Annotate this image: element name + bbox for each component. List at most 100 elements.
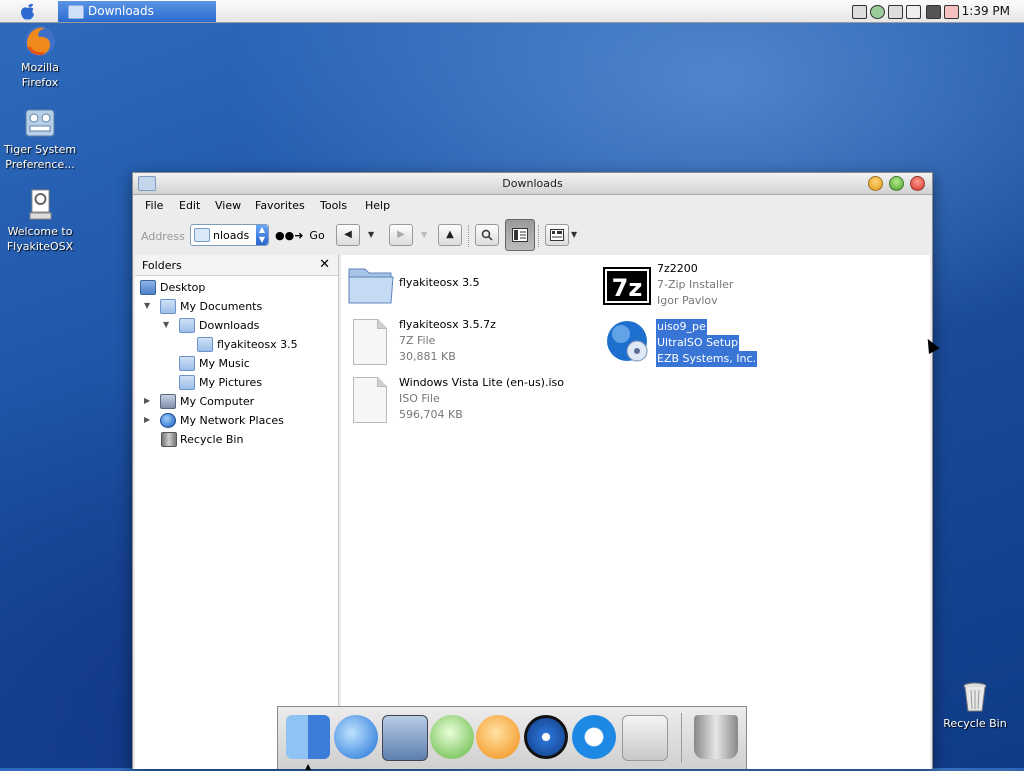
preview-icon[interactable]: [382, 715, 428, 761]
address-dropdown-arrow[interactable]: ▲ ▼: [256, 225, 268, 245]
desktop-icon-recycle-bin[interactable]: Recycle Bin: [935, 680, 1015, 731]
file-item[interactable]: flyakiteosx 3.5.7z 7Z File 30,881 KB: [347, 315, 577, 367]
tree-node-label: flyakiteosx 3.5: [217, 338, 298, 351]
folders-pane-header: Folders ✕: [135, 255, 338, 276]
tree-node-label: Recycle Bin: [180, 433, 244, 446]
itunes-icon[interactable]: [430, 715, 474, 759]
file-item[interactable]: flyakiteosx 3.5: [347, 261, 577, 309]
views-button[interactable]: [545, 224, 569, 246]
desktop-icon: [140, 280, 156, 295]
file-item-selected[interactable]: uiso9_pe UltraISO Setup EZB Systems, Inc…: [603, 317, 803, 369]
maximize-button[interactable]: [889, 176, 904, 191]
desktop-icon-firefox[interactable]: Mozilla Firefox: [0, 24, 80, 90]
trash-icon[interactable]: [694, 715, 738, 759]
back-button[interactable]: ◀: [336, 224, 360, 246]
close-button[interactable]: [910, 176, 925, 191]
menu-file[interactable]: File: [145, 199, 163, 212]
menu-favorites[interactable]: Favorites: [255, 199, 305, 212]
go-arrow-icon: ●●➜: [275, 229, 304, 242]
tree-node-label: My Pictures: [199, 376, 263, 389]
desktop-icon-label: Welcome to FlyakiteOSX: [6, 225, 74, 253]
forward-history-dropdown[interactable]: ▼: [421, 230, 427, 239]
minimize-button[interactable]: [868, 176, 883, 191]
taskbar-active-window[interactable]: Downloads: [58, 1, 216, 22]
desktop-icon-welcome[interactable]: Welcome to FlyakiteOSX: [0, 188, 80, 254]
recycle-bin-icon: [161, 432, 177, 447]
file-name: 7z2200: [657, 262, 698, 275]
taskbar-window-label: Downloads: [88, 4, 154, 18]
printer-icon[interactable]: [906, 5, 921, 19]
file-description: 7-Zip Installer: [657, 278, 734, 291]
dvd-player-icon[interactable]: [524, 715, 568, 759]
tree-node-label: Desktop: [160, 281, 206, 294]
tree-node-label: My Network Places: [180, 414, 284, 427]
top-menu-bar: Downloads 1:39 PM: [0, 0, 1024, 23]
battery-icon[interactable]: [852, 5, 867, 19]
system-tray: 1:39 PM: [844, 0, 1024, 22]
7zip-icon: 7z: [603, 267, 651, 305]
menu-help[interactable]: Help: [365, 199, 390, 212]
speaker-icon[interactable]: [926, 5, 941, 19]
network-globe-icon: [160, 413, 176, 428]
desktop-icon-system-preferences[interactable]: Tiger System Preference...: [0, 106, 80, 172]
collapsed-arrow-icon[interactable]: ▶: [144, 396, 150, 405]
search-button[interactable]: [475, 224, 499, 246]
apple-logo-icon[interactable]: [10, 0, 46, 22]
network-icon[interactable]: [888, 5, 903, 19]
computer-icon: [160, 394, 176, 409]
system-apple-icon[interactable]: [622, 715, 668, 761]
file-type: 7Z File: [399, 334, 436, 347]
file-type: ISO File: [399, 392, 440, 405]
clock[interactable]: 1:39 PM: [962, 4, 1010, 18]
back-history-dropdown[interactable]: ▼: [368, 230, 374, 239]
file-list-pane: flyakiteosx 3.5 7z 7z2200 7-Zip Installe…: [341, 255, 930, 769]
collapsed-arrow-icon[interactable]: ▶: [144, 415, 150, 424]
welcome-icon: [23, 188, 57, 222]
recycle-bin-icon: [958, 680, 992, 714]
desktop-icon-label: Mozilla Firefox: [21, 61, 59, 89]
menu-edit[interactable]: Edit: [179, 199, 200, 212]
tree-node-label: My Music: [199, 357, 250, 370]
file-company: Igor Pavlov: [657, 294, 718, 307]
shield-icon[interactable]: [944, 5, 959, 19]
internet-explorer-icon[interactable]: [334, 715, 378, 759]
file-item[interactable]: Windows Vista Lite (en-us).iso ISO File …: [347, 373, 587, 425]
firefox-icon: [23, 24, 57, 58]
folder-icon: [68, 5, 84, 19]
document-icon: [353, 319, 387, 365]
folders-toggle-button[interactable]: [505, 219, 535, 251]
address-field[interactable]: nloads ▲ ▼: [190, 224, 269, 246]
go-button[interactable]: ●●➜ Go: [275, 229, 325, 242]
go-label: Go: [309, 229, 325, 242]
file-item[interactable]: 7z 7z2200 7-Zip Installer Igor Pavlov: [603, 259, 803, 311]
finder-icon[interactable]: [286, 715, 330, 759]
folder-icon: [160, 299, 176, 314]
file-description: UltraISO Setup: [656, 335, 740, 351]
menu-tools[interactable]: Tools: [320, 199, 347, 212]
toolbar-separator: [468, 225, 470, 247]
menu-view[interactable]: View: [215, 199, 241, 212]
menu-bar: File Edit View Favorites Tools Help: [133, 195, 932, 215]
up-folder-button[interactable]: ▲: [438, 224, 462, 246]
folders-pane-icon: [512, 228, 528, 242]
window-title: Downloads: [502, 177, 563, 190]
file-name: Windows Vista Lite (en-us).iso: [399, 376, 564, 389]
tree-node-label: My Documents: [180, 300, 263, 313]
quicktime-icon[interactable]: [572, 715, 616, 759]
folder-icon: [197, 337, 213, 352]
address-label: Address: [141, 230, 185, 243]
views-dropdown[interactable]: ▼: [571, 230, 577, 239]
file-company: EZB Systems, Inc.: [656, 351, 758, 367]
svg-text:7z: 7z: [612, 274, 643, 302]
close-icon[interactable]: ✕: [319, 257, 330, 272]
forward-button[interactable]: ▶: [389, 224, 413, 246]
user-icon[interactable]: [870, 5, 885, 19]
running-indicator: ▲: [305, 762, 312, 771]
expanded-arrow-icon[interactable]: ▼: [144, 301, 150, 310]
file-size: 596,704 KB: [399, 408, 463, 421]
expanded-arrow-icon[interactable]: ▼: [163, 320, 169, 329]
desktop-icon-label: Tiger System Preference...: [3, 143, 77, 171]
window-titlebar[interactable]: Downloads: [133, 173, 932, 195]
view-mode-icon: [550, 229, 564, 241]
media-player-icon[interactable]: [476, 715, 520, 759]
